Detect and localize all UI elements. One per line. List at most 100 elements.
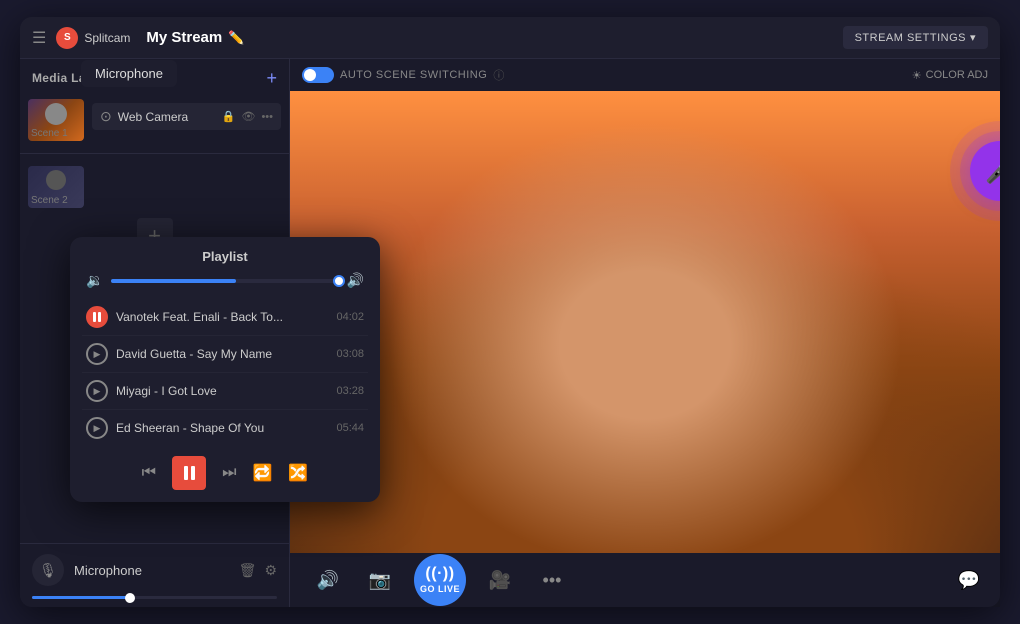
scene-2-item: Scene 2	[20, 160, 289, 214]
webcam-layer-item[interactable]: ⊙ Web Camera 🔒 👁 •••	[92, 103, 281, 130]
mic-delete-button[interactable]: 🗑	[239, 562, 257, 579]
ctrl-pause-bar-2	[191, 466, 195, 480]
track-3-duration: 03:28	[336, 385, 364, 397]
track-2-duration: 03:08	[336, 348, 364, 360]
scene-2-label: Scene 2	[31, 195, 68, 206]
volume-row: 🔉 🔊	[70, 272, 380, 299]
track-3-play-button[interactable]: ▶	[86, 380, 108, 402]
more-icon[interactable]: •••	[261, 111, 273, 123]
track-item[interactable]: Vanotek Feat. Enali - Back To... 04:02	[82, 299, 368, 336]
main-toolbar: AUTO SCENE SWITCHING ⓘ ☀ COLOR ADJ	[290, 59, 1000, 91]
header-logo: S Splitcam	[56, 27, 130, 49]
scene-1-thumbnail[interactable]: Scene 1	[28, 99, 84, 141]
volume-low-icon: 🔉	[86, 272, 103, 289]
shuffle-button[interactable]: 🔀	[288, 463, 308, 483]
go-live-button[interactable]: ((·)) GO LIVE	[414, 554, 466, 606]
track-1-name: Vanotek Feat. Enali - Back To...	[116, 310, 328, 324]
scene-1-label: Scene 1	[31, 128, 68, 139]
track-2-play-button[interactable]: ▶	[86, 343, 108, 365]
app-logo-text: Splitcam	[84, 31, 130, 45]
layer-actions: 🔒 👁 •••	[222, 110, 273, 123]
track-4-name: Ed Sheeran - Shape Of You	[116, 421, 328, 435]
stream-title: My Stream ✏️	[146, 29, 244, 46]
track-4-duration: 05:44	[336, 422, 364, 434]
app-header: ☰ S Splitcam My Stream ✏️ STREAM SETTING…	[20, 17, 1000, 59]
scene-1-item: Scene 1 ⊙ Web Camera 🔒 👁 •••	[20, 93, 289, 147]
track-1-pause-button[interactable]	[86, 306, 108, 328]
stream-settings-label: STREAM SETTINGS	[855, 32, 966, 44]
lock-icon[interactable]: 🔒	[222, 110, 236, 123]
go-live-waves-icon: ((·))	[425, 566, 454, 582]
scene-2-thumbnail[interactable]: Scene 2	[28, 166, 84, 208]
track-list: Vanotek Feat. Enali - Back To... 04:02 ▶…	[70, 299, 380, 446]
volume-button[interactable]: 🔊	[310, 562, 346, 598]
volume-fill	[111, 279, 236, 283]
prev-track-button[interactable]: ⏮	[142, 464, 156, 482]
mic-level-handle	[125, 593, 135, 603]
sidebar-bottom: 🎙 Microphone 🗑 ⚙	[20, 543, 289, 607]
playlist-title: Playlist	[70, 237, 380, 272]
hamburger-icon[interactable]: ☰	[32, 28, 46, 48]
mic-tooltip-text: Microphone	[95, 66, 163, 81]
track-item[interactable]: ▶ David Guetta - Say My Name 03:08	[82, 336, 368, 373]
playlist-controls: ⏮ ⏭ 🔁 🔀	[70, 446, 380, 502]
stream-settings-button[interactable]: STREAM SETTINGS ▾	[843, 26, 988, 49]
chevron-down-icon: ▾	[970, 31, 976, 44]
mic-label: Microphone	[74, 563, 229, 578]
toggle-knob	[304, 69, 316, 81]
repeat-button[interactable]: 🔁	[252, 463, 272, 483]
main-area: AUTO SCENE SWITCHING ⓘ ☀ COLOR ADJ	[290, 59, 1000, 607]
color-adj-label: COLOR ADJ	[926, 69, 988, 81]
more-options-button[interactable]: •••	[534, 562, 570, 598]
scenes-divider	[20, 153, 289, 154]
track-1-duration: 04:02	[336, 311, 364, 323]
visibility-icon[interactable]: 👁	[241, 110, 255, 123]
track-2-name: David Guetta - Say My Name	[116, 347, 328, 361]
face-area	[290, 91, 1000, 553]
edit-title-icon[interactable]: ✏️	[228, 30, 244, 46]
pause-bar-1	[93, 312, 96, 322]
track-item[interactable]: ▶ Miyagi - I Got Love 03:28	[82, 373, 368, 410]
pause-bar-2	[98, 312, 101, 322]
layer-name: Web Camera	[118, 110, 216, 124]
scene-2-face	[46, 170, 66, 190]
chat-button[interactable]: 💬	[958, 570, 980, 591]
add-layer-button[interactable]: +	[266, 69, 277, 87]
mic-level-bar[interactable]	[32, 596, 277, 599]
app-logo-icon: S	[56, 27, 78, 49]
scene-1-info: ⊙ Web Camera 🔒 👁 •••	[92, 99, 281, 130]
microphone-icon: 🎙	[39, 562, 57, 579]
stream-title-text: My Stream	[146, 29, 222, 46]
track-3-name: Miyagi - I Got Love	[116, 384, 328, 398]
next-track-button[interactable]: ⏭	[222, 464, 236, 482]
volume-handle	[333, 275, 345, 287]
app-container: ☰ S Splitcam My Stream ✏️ STREAM SETTING…	[20, 17, 1000, 607]
volume-high-icon: 🔊	[347, 272, 364, 289]
color-adjust-button[interactable]: ☀ COLOR ADJ	[912, 69, 988, 82]
ctrl-pause-bar-1	[184, 466, 188, 480]
volume-slider[interactable]	[111, 279, 338, 283]
auto-scene-label: AUTO SCENE SWITCHING	[340, 69, 487, 81]
playlist-popup: Playlist 🔉 🔊 Vanotek Feat. Enali - Bac	[70, 237, 380, 502]
video-button[interactable]: 🎥	[482, 562, 518, 598]
mic-icon-wrap: 🎙	[32, 554, 64, 586]
camera-icon: ⊙	[100, 108, 112, 125]
pause-icon	[93, 312, 101, 322]
track-4-play-button[interactable]: ▶	[86, 417, 108, 439]
mic-level-fill	[32, 596, 130, 599]
auto-scene-toggle[interactable]: AUTO SCENE SWITCHING ⓘ	[302, 67, 504, 83]
color-adj-icon: ☀	[912, 69, 922, 82]
mic-settings-button[interactable]: ⚙	[264, 562, 277, 579]
info-icon[interactable]: ⓘ	[493, 67, 504, 83]
auto-scene-switch[interactable]	[302, 67, 334, 83]
microphone-item: 🎙 Microphone 🗑 ⚙	[20, 544, 289, 596]
camera-button[interactable]: 📷	[362, 562, 398, 598]
mic-actions: 🗑 ⚙	[239, 562, 277, 579]
video-preview: 🎤	[290, 91, 1000, 553]
bottom-bar: 🔊 📷 ((·)) GO LIVE 🎥 ••• 💬	[290, 553, 1000, 607]
go-live-label: GO LIVE	[420, 584, 460, 594]
purple-mic-wrap: 🎤	[970, 141, 1000, 201]
mic-tooltip: Microphone	[81, 60, 177, 87]
pause-button[interactable]	[172, 456, 206, 490]
track-item[interactable]: ▶ Ed Sheeran - Shape Of You 05:44	[82, 410, 368, 446]
